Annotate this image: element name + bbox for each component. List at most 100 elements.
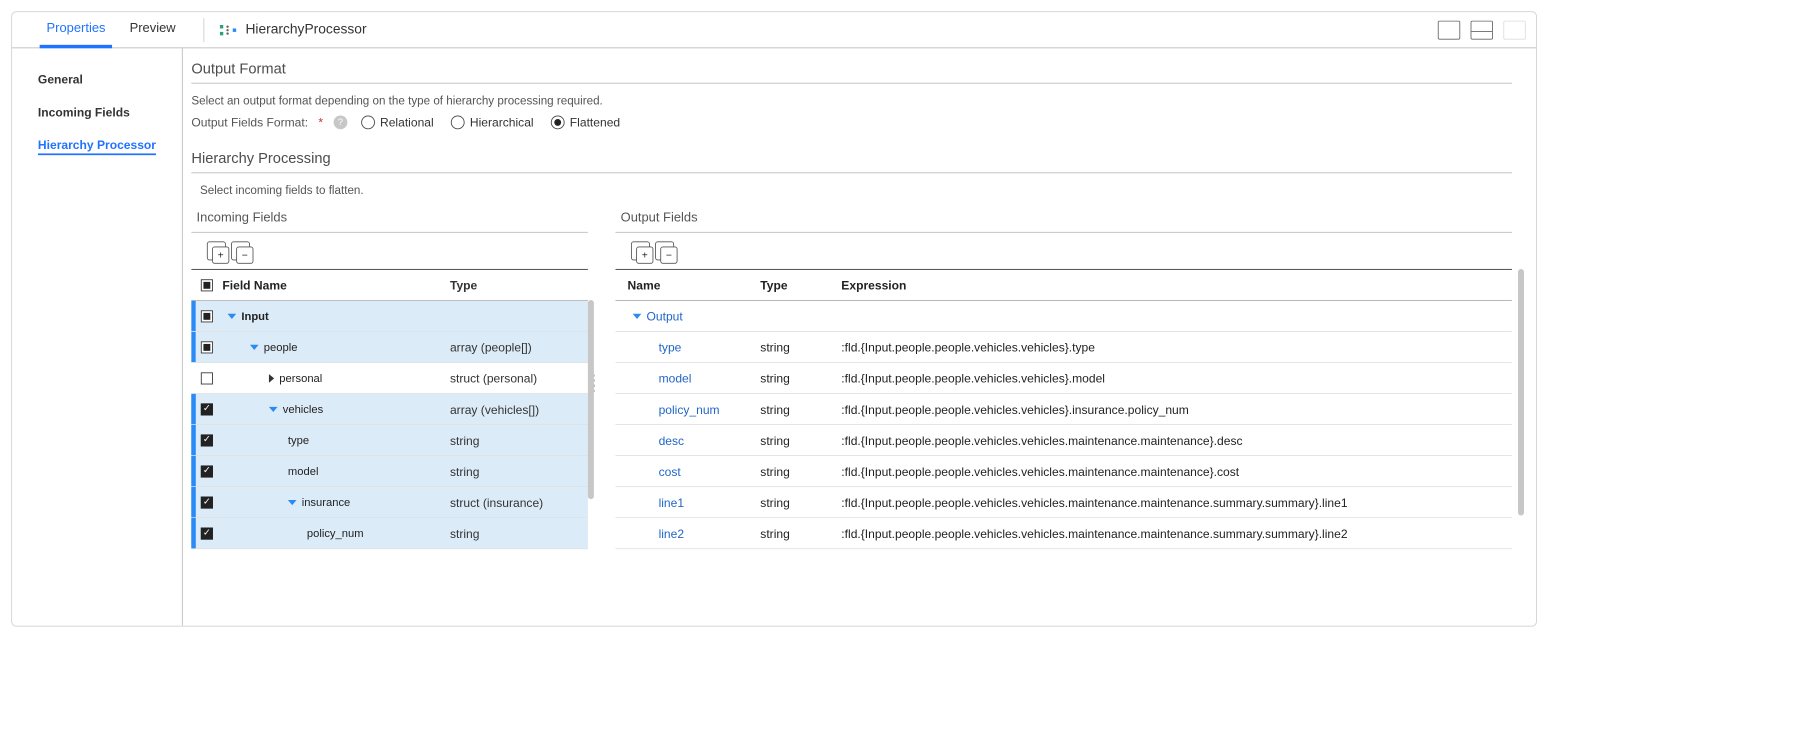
- row-checkbox[interactable]: [201, 496, 213, 508]
- output-field-name[interactable]: type: [659, 340, 682, 354]
- tab-properties-label: Properties: [47, 21, 106, 36]
- row-checkbox[interactable]: [201, 372, 213, 384]
- out-collapse-all-button[interactable]: −: [655, 241, 674, 260]
- output-field-expression: :fld.{Input.people.people.vehicles.vehic…: [841, 464, 1512, 478]
- row-checkbox[interactable]: [201, 465, 213, 477]
- radio-hierarchical[interactable]: Hierarchical: [451, 116, 534, 130]
- layout-split-icon[interactable]: [1471, 20, 1493, 39]
- row-checkbox[interactable]: [201, 341, 213, 353]
- radio-relational[interactable]: Relational: [361, 116, 434, 130]
- output-field-expression: :fld.{Input.people.people.vehicles.vehic…: [841, 402, 1512, 416]
- row-checkbox[interactable]: [201, 527, 213, 539]
- output-field-type: string: [760, 433, 841, 447]
- field-name: people: [264, 340, 298, 353]
- field-type: string: [450, 526, 588, 540]
- incoming-row[interactable]: Input: [191, 301, 588, 332]
- radio-circle-icon: [551, 116, 565, 130]
- top-tabs: Properties Preview: [34, 12, 187, 47]
- output-format-label: Output Fields Format:: [191, 116, 308, 130]
- field-name: model: [288, 465, 319, 478]
- output-field-type: string: [760, 402, 841, 416]
- chevron-down-icon[interactable]: [288, 500, 297, 505]
- out-col-type: Type: [760, 278, 841, 292]
- output-field-name[interactable]: line2: [659, 526, 685, 540]
- top-bar: Properties Preview HierarchyProcessor: [12, 12, 1536, 48]
- chevron-down-icon[interactable]: [633, 313, 642, 318]
- output-scrollbar[interactable]: [1518, 269, 1524, 549]
- nav-incoming-fields-label: Incoming Fields: [38, 105, 130, 119]
- row-checkbox[interactable]: [201, 403, 213, 415]
- nav-general[interactable]: General: [12, 64, 182, 97]
- layout-single-icon[interactable]: [1438, 20, 1460, 39]
- output-field-expression: :fld.{Input.people.people.vehicles.vehic…: [841, 433, 1512, 447]
- incoming-row[interactable]: typestring: [191, 425, 588, 456]
- output-root-label[interactable]: Output: [647, 309, 683, 323]
- tab-preview[interactable]: Preview: [118, 12, 188, 47]
- nav-incoming-fields[interactable]: Incoming Fields: [12, 97, 182, 130]
- out-expand-all-button[interactable]: +: [631, 241, 650, 260]
- chevron-right-icon[interactable]: [269, 374, 274, 383]
- hierarchy-processing-hint: Select incoming fields to flatten.: [191, 173, 1512, 205]
- output-format-title: Output Format: [191, 48, 1512, 83]
- chevron-down-icon[interactable]: [228, 313, 237, 318]
- output-row[interactable]: modelstring:fld.{Input.people.people.veh…: [615, 363, 1511, 394]
- output-field-type: string: [760, 526, 841, 540]
- row-checkbox[interactable]: [201, 434, 213, 446]
- expand-all-button[interactable]: +: [207, 241, 226, 260]
- output-field-name[interactable]: policy_num: [659, 402, 720, 416]
- hierarchy-processing-title: Hierarchy Processing: [191, 138, 1512, 173]
- field-type: array (vehicles[]): [450, 402, 588, 416]
- output-field-name[interactable]: model: [659, 371, 692, 385]
- incoming-tree-table: Field Name Type Input peoplearray (people…: [191, 269, 588, 549]
- incoming-row[interactable]: personalstruct (personal): [191, 363, 588, 394]
- layout-detached-icon[interactable]: [1503, 20, 1525, 39]
- incoming-scrollbar[interactable]: [588, 300, 594, 549]
- incoming-panel-title: Incoming Fields: [191, 205, 588, 233]
- output-row[interactable]: cost string:fld.{Input.people.people.vehi…: [615, 456, 1511, 487]
- incoming-tree-scroll: Field Name Type Input peoplearray (people…: [191, 269, 588, 549]
- collapse-all-button[interactable]: −: [231, 241, 250, 260]
- output-toolbar: + −: [615, 233, 1511, 269]
- select-all-checkbox[interactable]: [201, 279, 213, 291]
- output-root-row[interactable]: Output: [615, 301, 1511, 332]
- top-divider: [203, 18, 204, 42]
- chevron-down-icon[interactable]: [269, 406, 278, 411]
- nav-hierarchy-processor[interactable]: Hierarchy Processor: [12, 129, 182, 162]
- col-type: Type: [450, 278, 588, 292]
- output-table-scroll: Name Type Expression Output: [615, 269, 1511, 549]
- output-row[interactable]: policy_num string:fld.{Input.people.peopl…: [615, 394, 1511, 425]
- radio-flattened[interactable]: Flattened: [551, 116, 620, 130]
- output-row[interactable]: typestring:fld.{Input.people.people.vehi…: [615, 332, 1511, 363]
- output-row[interactable]: desc string:fld.{Input.people.people.vehi…: [615, 425, 1511, 456]
- output-row[interactable]: line1string:fld.{Input.people.people.veh…: [615, 487, 1511, 518]
- tab-preview-label: Preview: [130, 21, 176, 36]
- radio-hierarchical-label: Hierarchical: [470, 116, 534, 130]
- nav-general-label: General: [38, 72, 83, 86]
- output-panel-title: Output Fields: [615, 205, 1511, 233]
- incoming-row[interactable]: policy_numstring: [191, 518, 588, 549]
- output-field-type: string: [760, 464, 841, 478]
- incoming-panel: Incoming Fields + − Field Name Type I: [191, 205, 588, 549]
- out-col-expression: Expression: [841, 278, 1512, 292]
- incoming-row[interactable]: insurancestruct (insurance): [191, 487, 588, 518]
- incoming-row[interactable]: vehiclesarray (vehicles[]): [191, 394, 588, 425]
- nav-hierarchy-processor-label: Hierarchy Processor: [38, 138, 156, 155]
- chevron-down-icon[interactable]: [250, 344, 259, 349]
- layout-icons: [1438, 20, 1526, 39]
- output-field-name[interactable]: desc: [659, 433, 684, 447]
- field-name: Input: [241, 309, 268, 322]
- field-type: string: [450, 464, 588, 478]
- radio-flattened-label: Flattened: [570, 116, 620, 130]
- incoming-row[interactable]: peoplearray (people[]): [191, 332, 588, 363]
- incoming-toolbar: + −: [191, 233, 588, 269]
- output-field-name[interactable]: line1: [659, 495, 685, 509]
- incoming-row[interactable]: model string: [191, 456, 588, 487]
- help-icon[interactable]: ?: [333, 116, 347, 130]
- output-field-name[interactable]: cost: [659, 464, 681, 478]
- output-row[interactable]: line2string:fld.{Input.people.people.veh…: [615, 518, 1511, 549]
- fields-columns: Incoming Fields + − Field Name Type I: [191, 205, 1512, 549]
- row-checkbox[interactable]: [201, 310, 213, 322]
- incoming-tree-header: Field Name Type: [191, 270, 588, 301]
- tab-properties[interactable]: Properties: [34, 12, 117, 47]
- radio-circle-icon: [451, 116, 465, 130]
